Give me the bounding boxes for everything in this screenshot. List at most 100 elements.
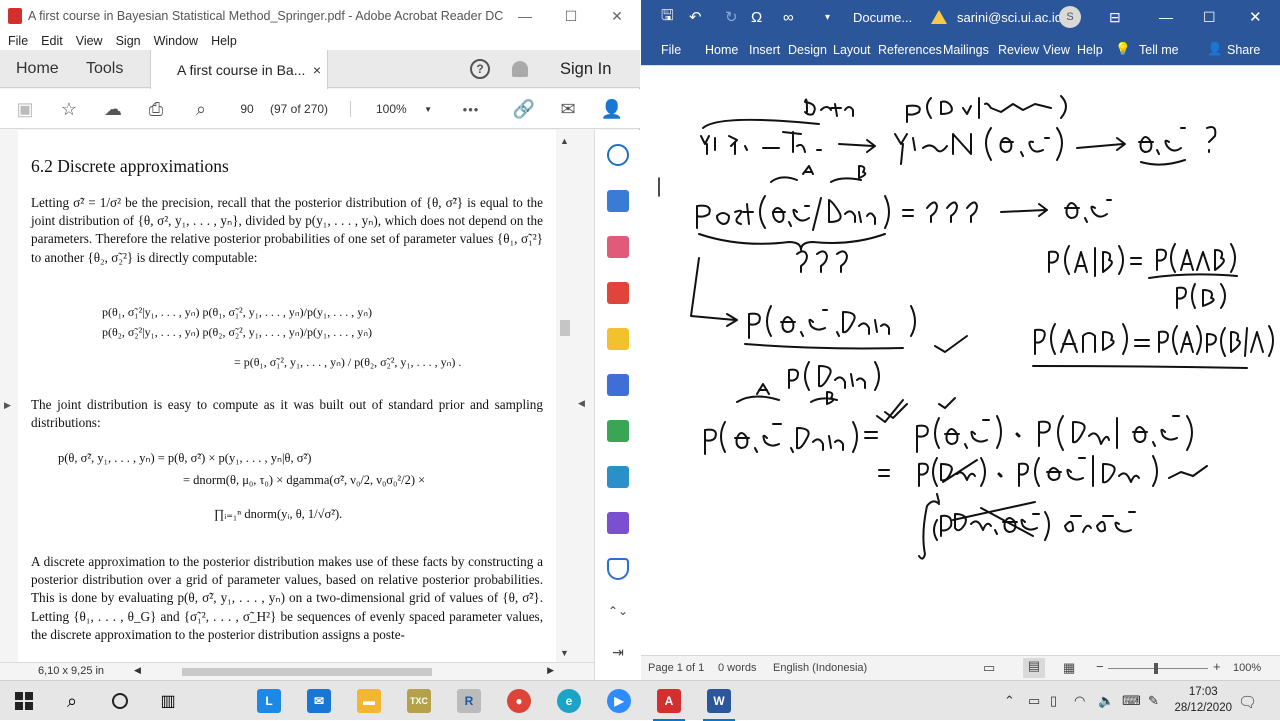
tab-help[interactable]: Help	[1077, 34, 1103, 65]
share-link-icon[interactable]: 🔗	[513, 99, 535, 119]
read-mode-icon[interactable]: ▭	[983, 660, 995, 676]
notification-bell-icon[interactable]	[512, 61, 528, 77]
zoom-in-icon[interactable]: +	[1213, 659, 1221, 674]
tab-tools[interactable]: Tools	[86, 50, 123, 88]
tab-review[interactable]: Review	[998, 34, 1039, 65]
user-avatar[interactable]: S	[1059, 0, 1081, 34]
menu-view[interactable]: View	[76, 34, 103, 48]
page-number-input[interactable]: 90	[230, 98, 264, 120]
meet-now-icon[interactable]: ▭	[1028, 693, 1040, 709]
maximize-icon[interactable]: ☐	[548, 0, 594, 32]
equation-icon[interactable]: ∞	[783, 0, 794, 34]
organize-pages-icon[interactable]	[607, 236, 629, 258]
create-pdf-icon[interactable]	[607, 282, 629, 304]
tab-design[interactable]: Design	[788, 34, 827, 65]
pdf-horizontal-scrollbar[interactable]: ◀ ▶	[132, 665, 556, 679]
upload-cloud-icon[interactable]: ☁	[102, 99, 124, 119]
export-pdf-icon[interactable]	[607, 190, 629, 212]
warning-icon[interactable]	[931, 0, 947, 34]
add-user-icon[interactable]: 👤	[601, 99, 623, 119]
task-view-icon[interactable]: ▥	[144, 681, 192, 721]
volume-icon[interactable]: 🔈	[1098, 693, 1114, 709]
menu-help[interactable]: Help	[211, 34, 237, 48]
tab-document[interactable]: A first course in Ba... ×	[150, 50, 328, 89]
bookmark-star-icon[interactable]: ☆	[58, 99, 80, 119]
scroll-left-icon[interactable]: ◀	[134, 665, 141, 676]
word-count[interactable]: 0 words	[718, 662, 757, 674]
collapse-panel-icon[interactable]: ⇥	[607, 644, 629, 666]
tab-layout[interactable]: Layout	[833, 34, 871, 65]
tab-view[interactable]: View	[1043, 34, 1070, 65]
close-tab-icon[interactable]: ×	[313, 62, 321, 78]
fill-sign-icon[interactable]	[607, 512, 629, 534]
tab-insert[interactable]: Insert	[749, 34, 780, 65]
scroll-up-icon[interactable]: ▲	[560, 136, 569, 146]
zoom-slider-thumb[interactable]	[1154, 663, 1158, 674]
tab-home[interactable]: Home	[16, 50, 59, 88]
chevron-up-down-icon[interactable]: ⌃⌄	[607, 604, 629, 626]
sign-in-button[interactable]: Sign In	[560, 60, 611, 79]
zoom-tool-icon[interactable]	[607, 144, 629, 166]
keyboard-icon[interactable]: ⌨	[1122, 693, 1141, 709]
ribbon-display-options-icon[interactable]: ⊟	[1109, 0, 1121, 34]
app-l-icon[interactable]: L	[245, 681, 293, 721]
save-icon[interactable]: 🖫	[661, 0, 674, 34]
combine-files-icon[interactable]	[607, 374, 629, 396]
search-icon[interactable]: ⌕	[48, 681, 96, 721]
menu-edit[interactable]: Edit	[41, 34, 63, 48]
file-explorer-icon[interactable]: ▬	[345, 681, 393, 721]
zoom-search-icon[interactable]: ⌕	[190, 99, 212, 119]
language-indicator[interactable]: English (Indonesia)	[773, 662, 867, 674]
battery-icon[interactable]: ▯	[1050, 693, 1057, 709]
more-tools-icon[interactable]: •••	[460, 99, 482, 119]
undo-icon[interactable]: ↶	[689, 0, 702, 34]
r-icon[interactable]: R	[445, 681, 493, 721]
menu-window[interactable]: Window	[154, 34, 198, 48]
collapse-right-panel-icon[interactable]: ◀	[578, 398, 585, 409]
acrobat-taskbar-icon[interactable]: A	[645, 681, 693, 721]
edge-icon[interactable]: e	[545, 681, 593, 721]
texworks-icon[interactable]: TXC	[395, 681, 443, 721]
redo-icon[interactable]: ↻	[725, 0, 738, 34]
share-icon[interactable]: 👤	[1207, 34, 1223, 65]
customize-toolbar-icon[interactable]: ▾	[825, 0, 830, 34]
omega-symbol-icon[interactable]: Ω	[751, 0, 762, 34]
scrollbar-thumb[interactable]	[182, 668, 432, 676]
zoom-select[interactable]: 100% ▼	[364, 98, 438, 120]
menu-file[interactable]: File	[8, 34, 28, 48]
compress-pdf-icon[interactable]	[607, 420, 629, 442]
close-icon[interactable]: ✕	[594, 0, 640, 32]
expand-left-panel-icon[interactable]: ▶	[4, 400, 11, 411]
minimize-icon[interactable]: —	[1159, 0, 1173, 34]
print-layout-icon[interactable]: ▤	[1023, 658, 1045, 678]
pdf-viewport[interactable]: ▶ 6.2 Discrete approximations Letting σ̃…	[0, 130, 595, 662]
chrome-icon[interactable]: ●	[495, 681, 543, 721]
action-center-icon[interactable]: 🗨	[1238, 693, 1257, 711]
start-button[interactable]	[0, 681, 48, 721]
email-icon[interactable]: ✉	[557, 99, 579, 119]
minimize-icon[interactable]: —	[502, 0, 548, 32]
maximize-icon[interactable]: ☐	[1203, 0, 1216, 34]
comment-icon[interactable]	[607, 328, 629, 350]
mail-icon[interactable]: ✉	[295, 681, 343, 721]
tell-me-search[interactable]: Tell me	[1139, 34, 1179, 65]
tab-references[interactable]: References	[878, 34, 942, 65]
menu-sign[interactable]: Sign	[116, 34, 141, 48]
pen-icon[interactable]: ✎	[1148, 693, 1159, 709]
help-icon[interactable]: ?	[470, 59, 490, 79]
scrollbar-thumb[interactable]	[560, 320, 570, 336]
user-email[interactable]: sarini@sci.ui.ac.id	[957, 0, 1062, 34]
scroll-right-icon[interactable]: ▶	[547, 665, 554, 676]
system-clock[interactable]: 17:03 28/12/2020	[1174, 684, 1232, 716]
send-for-review-icon[interactable]	[607, 466, 629, 488]
page-indicator[interactable]: Page 1 of 1	[648, 662, 704, 674]
web-layout-icon[interactable]: ▦	[1063, 660, 1075, 676]
scroll-down-icon[interactable]: ▼	[560, 648, 569, 658]
share-button[interactable]: Share	[1227, 34, 1260, 65]
pdf-vertical-scrollbar[interactable]: ▲ ▼	[558, 130, 572, 662]
tab-home[interactable]: Home	[705, 34, 738, 65]
protect-shield-icon[interactable]	[607, 558, 629, 580]
wifi-icon[interactable]: ◠	[1074, 693, 1085, 709]
word-taskbar-icon[interactable]: W	[695, 681, 743, 721]
word-document-canvas[interactable]	[641, 65, 1280, 655]
